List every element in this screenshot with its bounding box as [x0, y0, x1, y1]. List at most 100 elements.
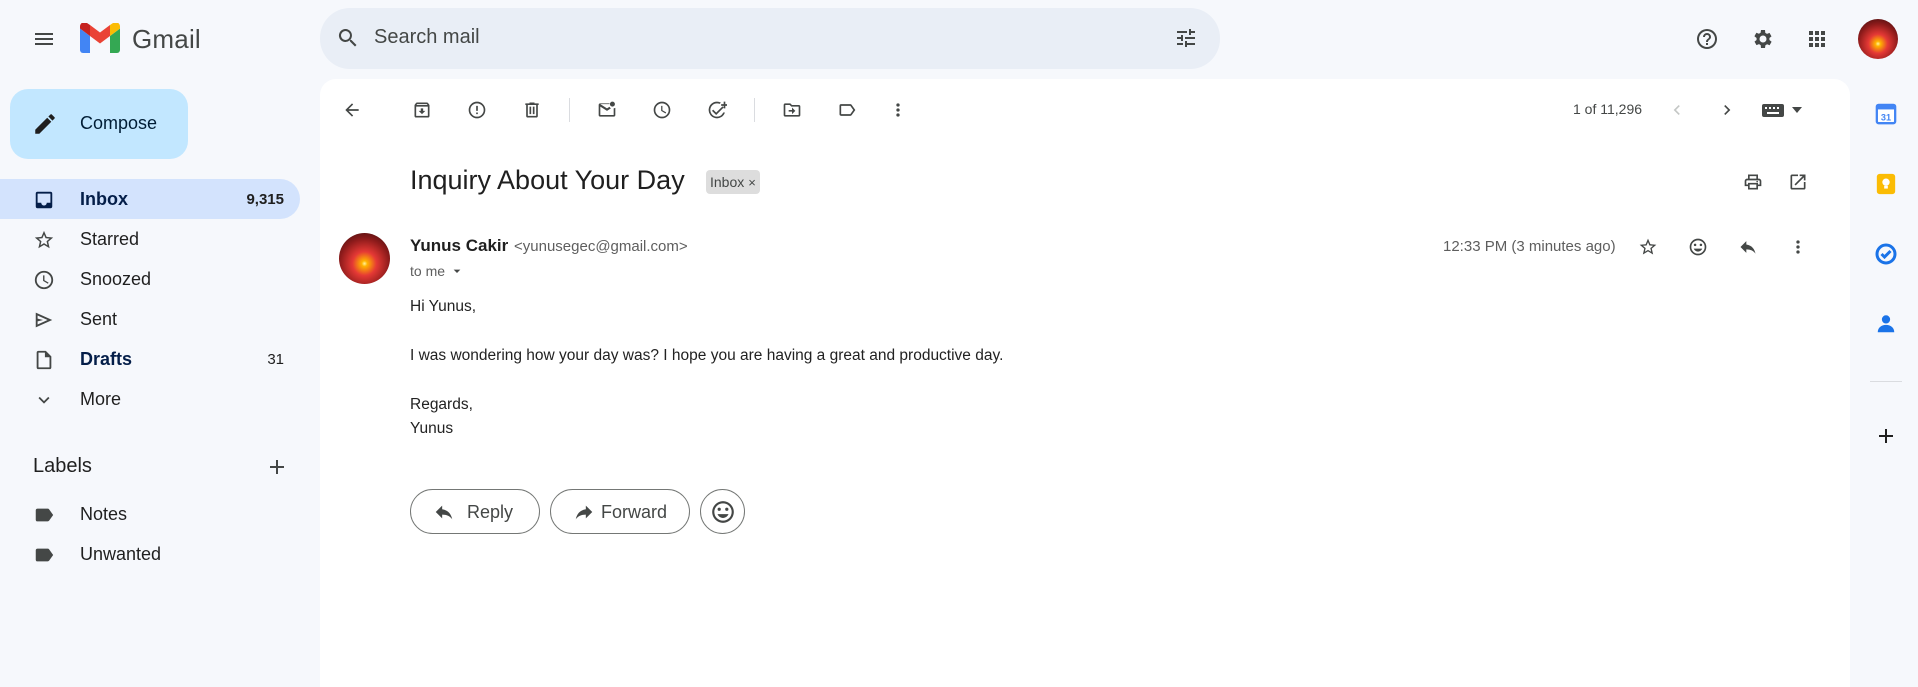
keep-addon[interactable] [1866, 164, 1906, 204]
draft-icon [36, 350, 52, 370]
open-new-window-button[interactable] [1778, 162, 1818, 202]
reply-label: Reply [467, 502, 514, 522]
add-task-icon [708, 101, 727, 119]
label-chip-text: Inbox [710, 174, 745, 190]
calendar-addon[interactable]: 31 [1866, 94, 1906, 134]
menu-icon [35, 33, 53, 45]
emoji-icon [711, 500, 734, 523]
search-input[interactable] [374, 26, 1074, 49]
plus-icon [1879, 429, 1893, 443]
gmail-logo[interactable] [80, 23, 120, 55]
sidebar-label-notes[interactable]: Notes [0, 494, 300, 534]
compose-button[interactable]: Compose [10, 89, 188, 159]
report-spam-icon [468, 101, 486, 119]
recipient-details-toggle[interactable]: to me [410, 263, 465, 279]
sidebar-item-label: Drafts [80, 349, 133, 369]
snooze-button[interactable] [642, 90, 682, 130]
search-options-button[interactable] [1166, 18, 1206, 58]
calendar-icon: 31 [1875, 103, 1897, 125]
sidebar-item-inbox[interactable]: Inbox 9,315 [0, 179, 300, 219]
keyboard-icon [1762, 104, 1802, 117]
tasks-addon[interactable] [1866, 234, 1906, 274]
contacts-addon[interactable] [1866, 304, 1906, 344]
plus-icon [270, 460, 284, 474]
archive-icon [414, 102, 430, 118]
search-options-icon [1177, 29, 1195, 47]
gmail-logo-icon [80, 23, 120, 53]
add-to-tasks-button[interactable] [697, 90, 737, 130]
clock-icon [34, 270, 54, 290]
apps-icon [1809, 31, 1825, 47]
inbox-label-chip: Inbox × [706, 170, 760, 194]
send-icon [35, 312, 53, 328]
create-label-button[interactable] [257, 447, 297, 487]
toolbar-divider [569, 98, 570, 122]
sidebar-item-label: Sent [80, 309, 118, 329]
delete-button[interactable] [512, 90, 552, 130]
forward-label: Forward [601, 502, 668, 522]
main-menu-button[interactable] [24, 19, 64, 59]
settings-button[interactable] [1742, 19, 1782, 59]
print-all-button[interactable] [1733, 162, 1773, 202]
recipient-text: to me [410, 263, 446, 279]
search-bar[interactable] [320, 8, 1220, 69]
contacts-icon [1877, 315, 1895, 333]
google-apps-button[interactable] [1797, 19, 1837, 59]
tasks-icon [1875, 243, 1897, 265]
emoji-icon [1689, 238, 1707, 256]
more-vert-icon [1796, 240, 1800, 254]
star-button[interactable] [1628, 227, 1668, 267]
chevron-left-icon [1673, 105, 1680, 115]
label-icon [35, 508, 54, 522]
input-tools-button[interactable] [1760, 98, 1806, 122]
labels-heading: Labels [33, 455, 92, 477]
older-button[interactable] [1707, 90, 1747, 130]
emoji-reaction-button[interactable] [700, 489, 745, 534]
mark-unread-icon [598, 101, 616, 117]
forward-icon [575, 505, 593, 520]
chevron-down-icon [38, 396, 50, 404]
open-in-new-icon [1790, 174, 1806, 190]
message-more-button[interactable] [1778, 227, 1818, 267]
sidebar-item-label: Unwanted [80, 544, 162, 564]
forward-button[interactable]: Forward [550, 489, 690, 534]
pagination-text: 1 of 11,296 [1573, 101, 1643, 117]
compose-label: Compose [80, 113, 158, 133]
sender-avatar[interactable] [339, 233, 390, 284]
reply-icon-button[interactable] [1728, 227, 1768, 267]
sidebar-item-sent[interactable]: Sent [0, 299, 300, 339]
search-button[interactable] [328, 18, 368, 58]
toolbar-divider [754, 98, 755, 122]
report-spam-button[interactable] [457, 90, 497, 130]
newer-button[interactable] [1657, 90, 1697, 130]
sidebar-label-unwanted[interactable]: Unwanted [0, 534, 300, 574]
sidebar-item-more[interactable]: More [0, 379, 300, 419]
move-to-icon [783, 103, 801, 117]
labels-button[interactable] [827, 90, 867, 130]
back-button[interactable] [332, 90, 372, 130]
remove-label-button[interactable]: × [748, 175, 756, 190]
sender-name[interactable]: Yunus Cakir [410, 236, 508, 256]
sidebar-item-snoozed[interactable]: Snoozed [0, 259, 300, 299]
archive-button[interactable] [402, 90, 442, 130]
inbox-icon [35, 191, 53, 209]
reply-button[interactable]: Reply [410, 489, 540, 534]
email-closing: Regards, [410, 396, 473, 413]
star-icon [34, 230, 54, 249]
label-icon [35, 548, 54, 562]
account-avatar[interactable] [1858, 19, 1898, 59]
more-actions-button[interactable] [878, 90, 918, 130]
sidebar-item-label: Notes [80, 504, 128, 524]
support-button[interactable] [1687, 19, 1727, 59]
sidebar-item-drafts[interactable]: Drafts 31 [0, 339, 300, 379]
delete-icon [525, 102, 539, 118]
chevron-right-icon [1724, 105, 1731, 115]
side-panel-divider [1870, 381, 1902, 382]
star-outline-icon [1639, 238, 1657, 255]
move-to-button[interactable] [772, 90, 812, 130]
add-reaction-button[interactable] [1678, 227, 1718, 267]
mark-unread-button[interactable] [587, 90, 627, 130]
sidebar-item-starred[interactable]: Starred [0, 219, 300, 259]
email-body-text: I was wondering how your day was? I hope… [410, 347, 1004, 364]
get-addons-button[interactable] [1866, 416, 1906, 456]
